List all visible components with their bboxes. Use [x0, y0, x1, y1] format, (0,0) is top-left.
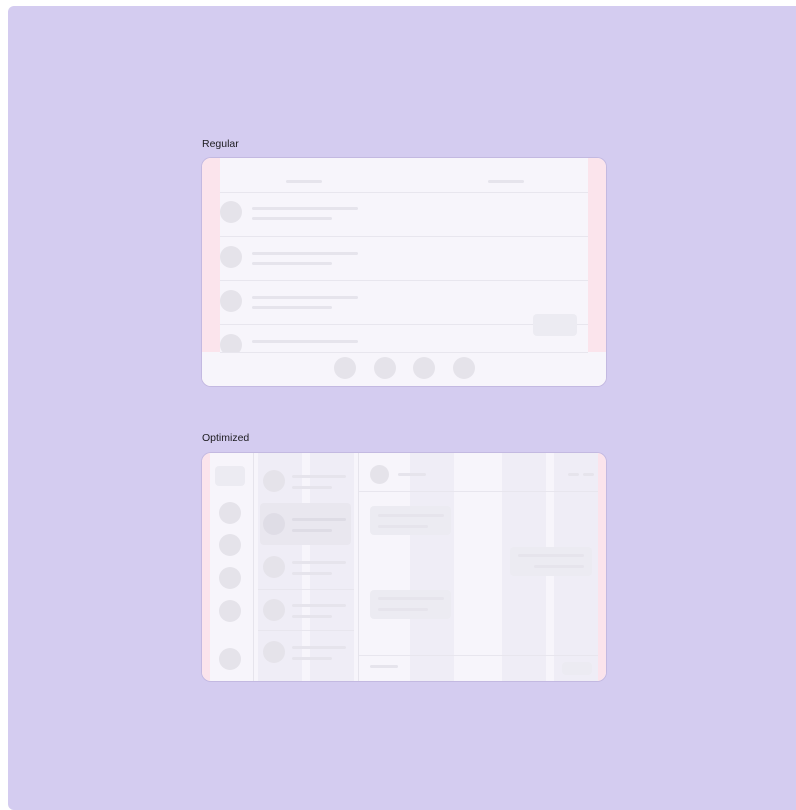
list-avatar [220, 201, 242, 223]
row-divider [220, 236, 588, 237]
list-line-primary [252, 340, 358, 343]
row-divider [220, 280, 588, 281]
tab-placeholder-left [286, 180, 322, 183]
list-avatar [220, 246, 242, 268]
message-line [378, 525, 428, 528]
row-divider [258, 630, 354, 631]
list-avatar [220, 290, 242, 312]
list-line-secondary [252, 306, 332, 309]
bottom-nav [202, 352, 606, 386]
fab-placeholder [533, 314, 577, 336]
list-line-primary [252, 252, 358, 255]
regular-layout-mockup [202, 158, 606, 386]
header-divider [220, 192, 588, 193]
list-pane-divider [358, 453, 359, 681]
rail-menu-placeholder [215, 466, 245, 486]
rail-icon [219, 648, 241, 670]
list-avatar [263, 470, 285, 492]
list-line-primary [292, 518, 346, 521]
detail-title-placeholder [398, 473, 426, 476]
grid-column [410, 453, 454, 681]
list-line-secondary [292, 572, 332, 575]
composer-input-placeholder [370, 665, 398, 668]
message-line [534, 565, 584, 568]
detail-action-placeholder [583, 473, 594, 476]
optimized-layout-mockup [202, 453, 606, 681]
list-line-secondary [252, 262, 332, 265]
list-line-primary [292, 561, 346, 564]
nav-icon [374, 357, 396, 379]
left-margin-gutter [202, 453, 210, 681]
detail-header-divider [359, 491, 598, 492]
list-line-primary [292, 646, 346, 649]
tab-placeholder-right [488, 180, 524, 183]
list-line-secondary [252, 217, 332, 220]
row-divider [258, 589, 354, 590]
message-line [378, 608, 428, 611]
list-line-secondary [292, 615, 332, 618]
list-avatar [263, 641, 285, 663]
list-line-secondary [292, 529, 332, 532]
detail-action-placeholder [568, 473, 579, 476]
nav-icon [413, 357, 435, 379]
detail-avatar [370, 465, 389, 484]
message-bubble-outgoing [510, 547, 592, 576]
message-line [378, 597, 444, 600]
regular-label: Regular [202, 138, 239, 150]
list-line-secondary [292, 486, 332, 489]
list-avatar [263, 599, 285, 621]
send-button-placeholder [562, 662, 592, 675]
rail-divider [253, 453, 254, 681]
rail-icon [219, 502, 241, 524]
optimized-label: Optimized [202, 432, 250, 444]
list-line-primary [292, 475, 346, 478]
list-avatar [263, 513, 285, 535]
nav-icon [334, 357, 356, 379]
message-line [378, 514, 444, 517]
rail-icon [219, 534, 241, 556]
bottom-nav-divider [220, 352, 588, 353]
nav-icon [453, 357, 475, 379]
list-line-primary [252, 207, 358, 210]
message-line [518, 554, 584, 557]
list-avatar [263, 556, 285, 578]
message-bubble-incoming [370, 590, 451, 619]
list-line-secondary [292, 657, 332, 660]
list-line-primary [252, 296, 358, 299]
message-bubble-incoming [370, 506, 451, 535]
list-line-primary [292, 604, 346, 607]
diagram-canvas [8, 6, 796, 810]
composer-divider [359, 655, 598, 656]
rail-icon [219, 567, 241, 589]
right-margin-gutter [598, 453, 606, 681]
rail-icon [219, 600, 241, 622]
